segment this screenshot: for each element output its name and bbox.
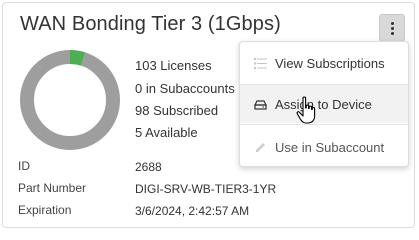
pencil-icon: [256, 142, 265, 152]
expiration-value: 3/6/2024, 2:42:57 AM: [135, 204, 250, 218]
part-number-value: DIGI-SRV-WB-TIER3-1YR: [135, 182, 277, 196]
licenses-count: 103 Licenses: [135, 58, 212, 73]
more-vertical-icon: [390, 21, 394, 35]
menu-item-use-in-subaccount[interactable]: Use in Subaccount: [240, 128, 408, 166]
menu-item-assign-to-device[interactable]: Assign to Device: [240, 85, 408, 123]
id-label: ID: [18, 159, 30, 173]
card-title: WAN Bonding Tier 3 (1Gbps): [20, 13, 281, 35]
subaccounts-count: 0 in Subaccounts: [135, 81, 235, 96]
license-usage-donut: [20, 50, 120, 150]
actions-menu-button[interactable]: [379, 14, 405, 42]
subscribed-count: 98 Subscribed: [135, 103, 219, 118]
available-count: 5 Available: [135, 125, 198, 140]
menu-item-label: View Subscriptions: [275, 55, 385, 71]
list-icon: [254, 57, 267, 69]
expiration-label: Expiration: [18, 203, 72, 217]
menu-divider: [240, 124, 408, 125]
menu-item-view-subscriptions[interactable]: View Subscriptions: [240, 44, 408, 82]
hand-pointer-cursor-icon: [296, 96, 316, 124]
actions-dropdown: View Subscriptions Assign to Device Use …: [239, 41, 409, 167]
id-value: 2688: [135, 160, 162, 174]
menu-item-label: Use in Subaccount: [275, 139, 385, 155]
device-icon: [254, 99, 267, 110]
donut-used-segment: [20, 50, 120, 150]
menu-item-label: Assign to Device: [275, 96, 372, 112]
part-number-label: Part Number: [18, 181, 87, 195]
